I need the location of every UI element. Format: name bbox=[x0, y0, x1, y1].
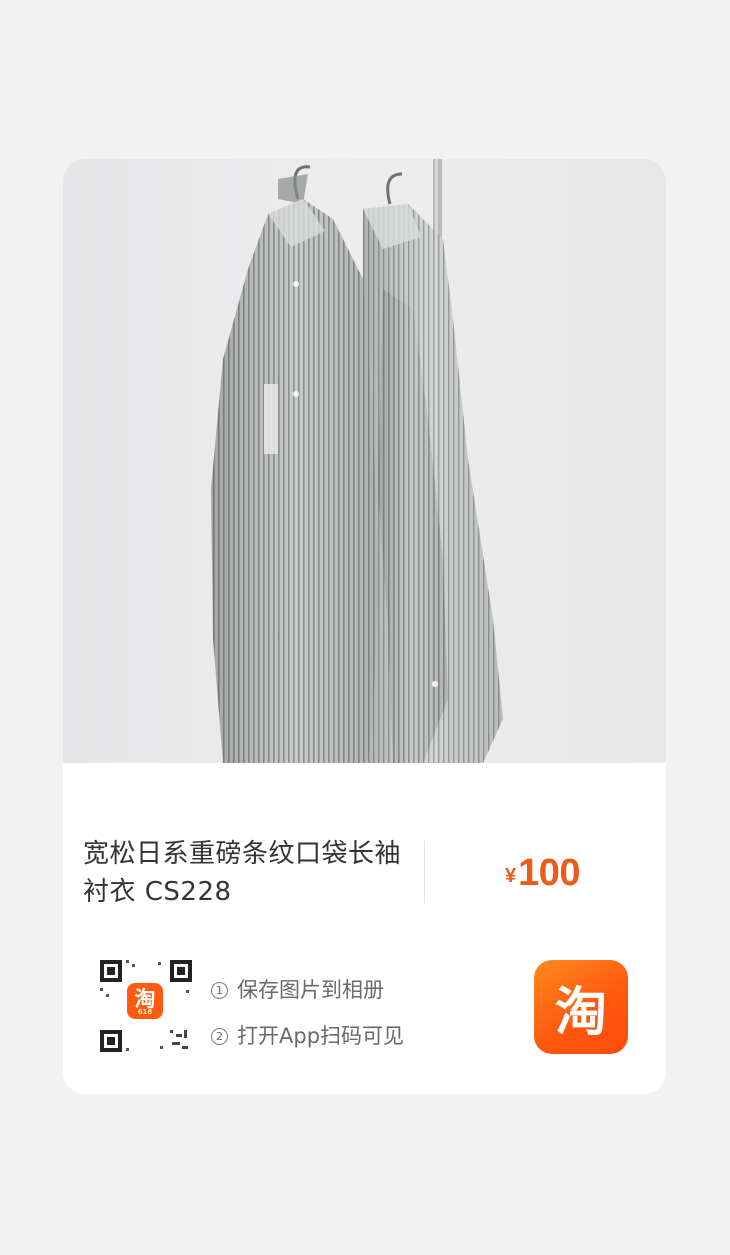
product-image[interactable] bbox=[63, 159, 666, 763]
qr-code-icon[interactable]: 淘 618 bbox=[96, 956, 196, 1056]
price-amount: 100 bbox=[518, 852, 581, 894]
share-steps: 1 保存图片到相册 2 打开App扫码可见 bbox=[211, 967, 404, 1059]
step-text-2: 打开App扫码可见 bbox=[237, 1024, 405, 1048]
step-text-1: 保存图片到相册 bbox=[237, 978, 384, 1002]
product-title: 宽松日系重磅条纹口袋长袖衬衣 CS228 bbox=[83, 839, 402, 907]
taobao-logo-icon[interactable]: 淘 bbox=[534, 960, 628, 1054]
step-scan-code: 2 打开App扫码可见 bbox=[211, 1013, 404, 1059]
share-card: 宽松日系重磅条纹口袋长袖衬衣 CS228 ¥100 淘 618 1 保存图片到相… bbox=[63, 159, 666, 1094]
product-price: ¥100 bbox=[505, 852, 581, 895]
title-price-divider bbox=[424, 841, 425, 903]
qr-logo-badge: 618 bbox=[137, 1008, 153, 1016]
currency-symbol: ¥ bbox=[505, 865, 517, 887]
step-save-image: 1 保存图片到相册 bbox=[211, 967, 404, 1013]
step-number-1: 1 bbox=[211, 981, 228, 999]
taobao-logo-text: 淘 bbox=[554, 982, 607, 1043]
step-number-2: 2 bbox=[211, 1027, 228, 1045]
